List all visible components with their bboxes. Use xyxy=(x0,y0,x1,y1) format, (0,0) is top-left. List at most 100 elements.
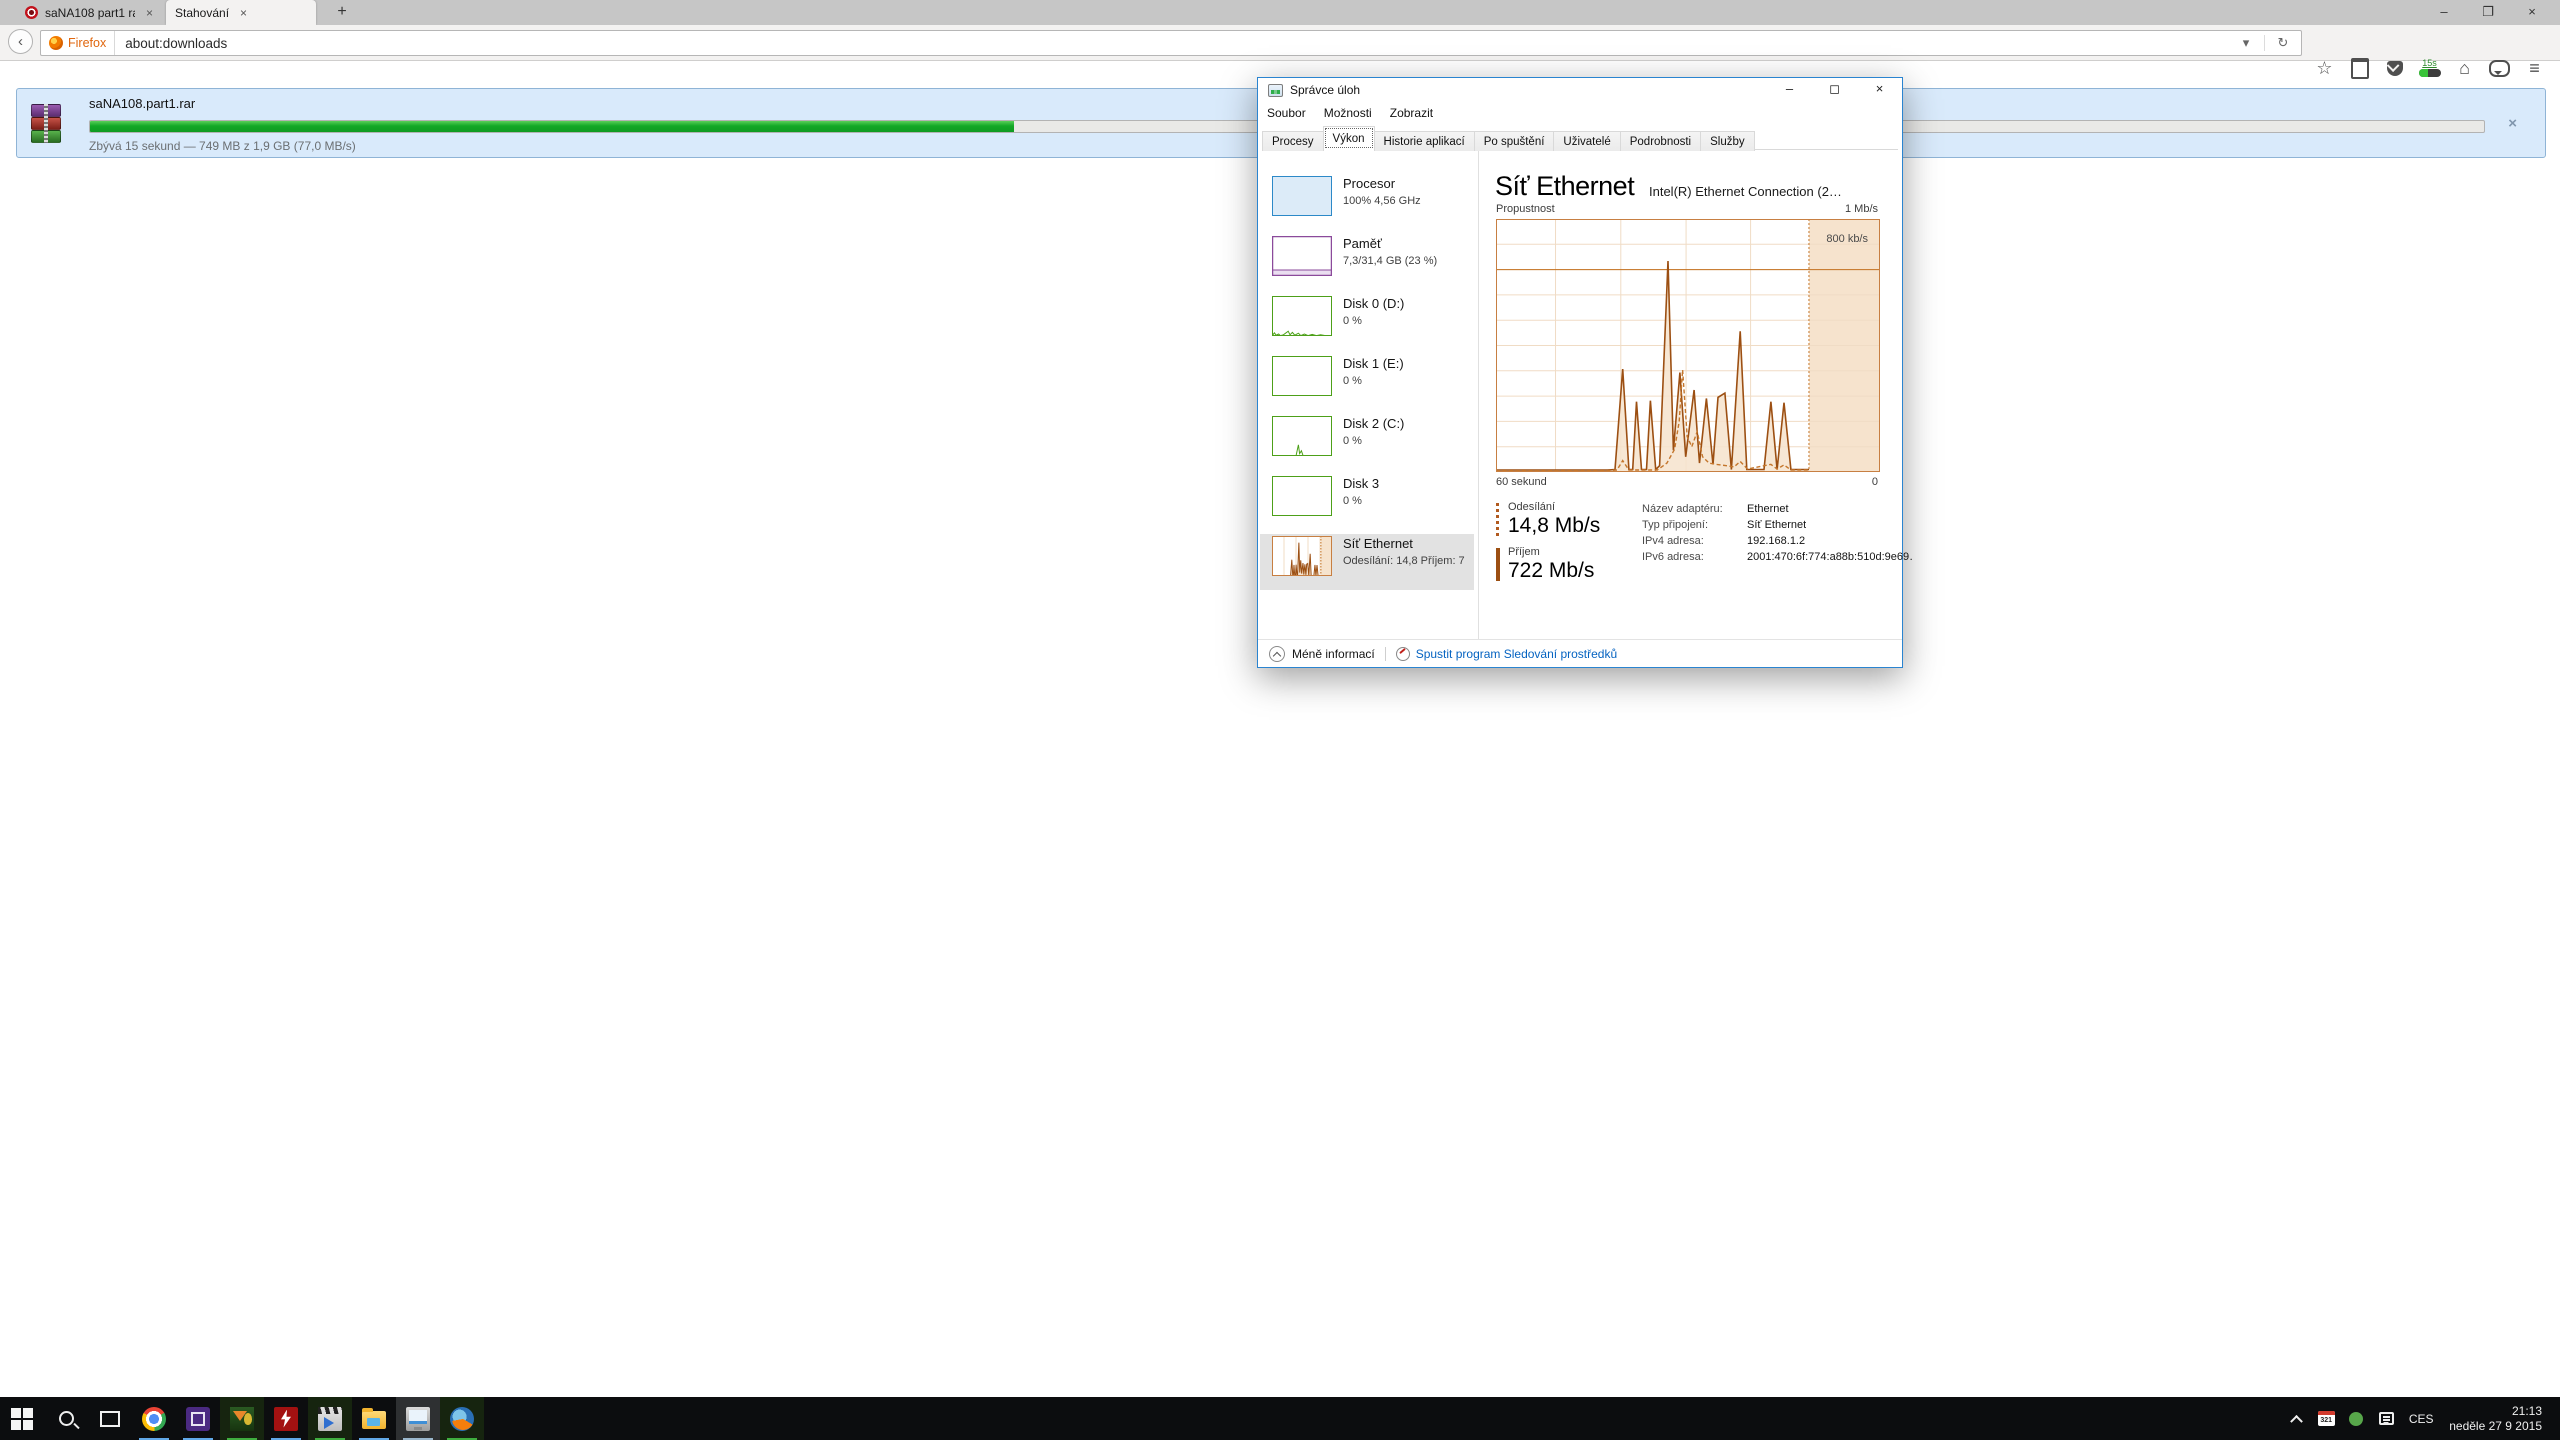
lightning-app-icon[interactable] xyxy=(264,1397,308,1440)
task-manager-footer: Méně informací Spustit program Sledování… xyxy=(1258,639,1902,667)
tm-tab[interactable]: Služby xyxy=(1700,131,1755,151)
hello-icon[interactable] xyxy=(2482,55,2517,81)
sidebar-item-disk-idle[interactable]: Disk 1 (E:)0 % xyxy=(1260,354,1474,410)
sidebar-item-memory[interactable]: Paměť7,3/31,4 GB (23 %) xyxy=(1260,234,1474,290)
network-thumbnail xyxy=(1272,536,1332,576)
sidebar-item-name: Procesor xyxy=(1343,176,1395,191)
bookmark-star-icon[interactable]: ☆ xyxy=(2307,55,2342,81)
chart-label: Propustnost xyxy=(1496,203,1555,215)
browser-tab[interactable]: Stahování × xyxy=(166,0,316,25)
memory-thumbnail xyxy=(1272,236,1332,276)
urlbar-buttons: ▾ ↻ xyxy=(2228,31,2301,55)
sidebar-item-network[interactable]: Síť EthernetOdesílání: 14,8 Příjem: 7 xyxy=(1260,534,1474,590)
url-dropdown-icon[interactable]: ▾ xyxy=(2228,35,2264,51)
sidebar-item-cpu[interactable]: Procesor 100% 4,56 GHz xyxy=(1260,174,1474,230)
cpuz-icon[interactable] xyxy=(176,1397,220,1440)
adapter-subtitle: Intel(R) Ethernet Connection (2… xyxy=(1649,184,1842,199)
clock[interactable]: 21:13 neděle 27 9 2015 xyxy=(2441,1404,2550,1434)
reload-icon[interactable]: ↻ xyxy=(2265,35,2301,51)
task-manager-icon[interactable] xyxy=(396,1397,440,1440)
cancel-download-icon[interactable]: × xyxy=(2508,115,2517,132)
task-manager-title: Správce úloh xyxy=(1290,83,1360,97)
receive-stat: Příjem 722 Mb/s xyxy=(1496,546,1594,583)
performance-sidebar: Procesor 100% 4,56 GHz Paměť7,3/31,4 GB (2… xyxy=(1258,151,1479,639)
browser-tab[interactable]: saNA108 part1 rar downlo...× xyxy=(16,0,162,25)
task-manager-app-icon xyxy=(1268,84,1283,97)
browser-toolbar-icons: ☆ 15s⌂ ≡ xyxy=(2307,53,2552,83)
network-throughput-chart xyxy=(1496,219,1880,472)
url-bar[interactable]: Firefox about:downloads ▾ ↻ xyxy=(40,30,2302,56)
tm-tab[interactable]: Výkon xyxy=(1323,126,1375,150)
browser-navbar: ‹ Firefox about:downloads ▾ ↻ ☆15s⌂≡ xyxy=(0,25,2560,61)
tm-minimize-button[interactable]: – xyxy=(1767,78,1812,102)
url-text[interactable]: about:downloads xyxy=(115,36,2228,51)
action-center-icon[interactable] xyxy=(2371,1397,2401,1440)
tm-tab[interactable]: Podrobnosti xyxy=(1620,131,1701,151)
download-progress-fill xyxy=(90,121,1014,132)
search-button[interactable] xyxy=(44,1397,88,1440)
pocket-icon[interactable] xyxy=(2377,55,2412,81)
green-status-tray-icon[interactable] xyxy=(2341,1397,2371,1440)
minimize-button[interactable]: – xyxy=(2422,0,2466,24)
chart-max-label: 1 Mb/s xyxy=(1845,203,1878,215)
home-icon[interactable]: ⌂ xyxy=(2447,55,2482,81)
tab-close-icon[interactable]: × xyxy=(236,6,247,20)
tm-tab[interactable]: Procesy xyxy=(1262,131,1324,151)
identity-label: Firefox xyxy=(68,36,106,50)
detail-row: IPv6 adresa:2001:470:6f:774:a88b:510d:9e… xyxy=(1642,551,1912,563)
less-info-button[interactable]: Méně informací xyxy=(1292,647,1375,661)
reading-list-icon[interactable] xyxy=(2342,55,2377,81)
sidebar-item-disk-spike[interactable]: Disk 2 (C:)0 % xyxy=(1260,414,1474,470)
tm-tab[interactable]: Uživatelé xyxy=(1553,131,1620,151)
task-manager-menubar: SouborMožnostiZobrazit xyxy=(1258,102,1902,124)
task-view-button[interactable] xyxy=(88,1397,132,1440)
sidebar-item-disk-active[interactable]: Disk 0 (D:)0 % xyxy=(1260,294,1474,350)
cocktail-app-icon[interactable] xyxy=(220,1397,264,1440)
detail-row: IPv4 adresa:192.168.1.2 xyxy=(1642,535,1912,547)
tab-close-icon[interactable]: × xyxy=(142,6,153,20)
downloads-progress-icon[interactable]: 15s xyxy=(2412,55,2447,81)
send-legend-marker xyxy=(1496,503,1499,536)
chrome-icon[interactable] xyxy=(132,1397,176,1440)
language-indicator[interactable]: CES xyxy=(2401,1412,2441,1426)
task-manager-window-controls: – ◻ × xyxy=(1767,78,1902,102)
calendar-tray-icon[interactable]: 321 xyxy=(2311,1397,2341,1440)
tm-close-button[interactable]: × xyxy=(1857,78,1902,102)
new-tab-button[interactable]: + xyxy=(330,3,354,21)
tab-title: Stahování xyxy=(175,6,229,20)
menu-zobrazit[interactable]: Zobrazit xyxy=(1381,106,1442,120)
sidebar-item-name: Síť Ethernet xyxy=(1343,536,1413,551)
task-manager-tabs: ProcesyVýkonHistorie aplikacíPo spuštění… xyxy=(1262,126,1898,150)
hidden-icons-chevron[interactable] xyxy=(2281,1397,2311,1440)
close-button[interactable]: × xyxy=(2510,0,2554,24)
detail-label: Typ připojení: xyxy=(1642,519,1747,531)
menu-možnosti[interactable]: Možnosti xyxy=(1315,106,1381,120)
back-button[interactable]: ‹ xyxy=(8,29,33,54)
media-player-icon[interactable] xyxy=(308,1397,352,1440)
system-tray: 321 CES 21:13 neděle 27 9 2015 xyxy=(2281,1397,2560,1440)
clock-time: 21:13 xyxy=(2449,1404,2542,1419)
resource-monitor-link[interactable]: Spustit program Sledování prostředků xyxy=(1416,647,1617,661)
restore-button[interactable]: ❐ xyxy=(2466,0,2510,24)
download-filename: saNA108.part1.rar xyxy=(89,96,195,111)
collapse-chevron-icon[interactable] xyxy=(1269,646,1285,662)
sidebar-item-disk-idle[interactable]: Disk 30 % xyxy=(1260,474,1474,530)
tm-tab[interactable]: Po spuštění xyxy=(1474,131,1555,151)
menu-icon[interactable]: ≡ xyxy=(2517,55,2552,81)
start-button[interactable] xyxy=(0,1397,44,1440)
sidebar-item-detail: 100% 4,56 GHz xyxy=(1343,195,1421,207)
send-stat: Odesílání 14,8 Mb/s xyxy=(1496,501,1600,538)
detail-row: Název adaptéru:Ethernet xyxy=(1642,503,1912,515)
file-explorer-icon[interactable] xyxy=(352,1397,396,1440)
sidebar-item-name: Paměť xyxy=(1343,236,1382,251)
threshold-label: 800 kb/s xyxy=(1826,233,1868,245)
browser-tab-strip: saNA108 part1 rar downlo...× Stahování × xyxy=(0,0,2560,25)
detail-label: IPv6 adresa: xyxy=(1642,551,1747,563)
taskbar-left xyxy=(0,1397,484,1440)
detail-value: 192.168.1.2 xyxy=(1747,535,1805,547)
firefox-icon[interactable] xyxy=(440,1397,484,1440)
tm-tab[interactable]: Historie aplikací xyxy=(1374,131,1475,151)
x-axis-left-label: 60 sekund xyxy=(1496,476,1547,488)
tm-maximize-button[interactable]: ◻ xyxy=(1812,78,1857,102)
menu-soubor[interactable]: Soubor xyxy=(1258,106,1315,120)
